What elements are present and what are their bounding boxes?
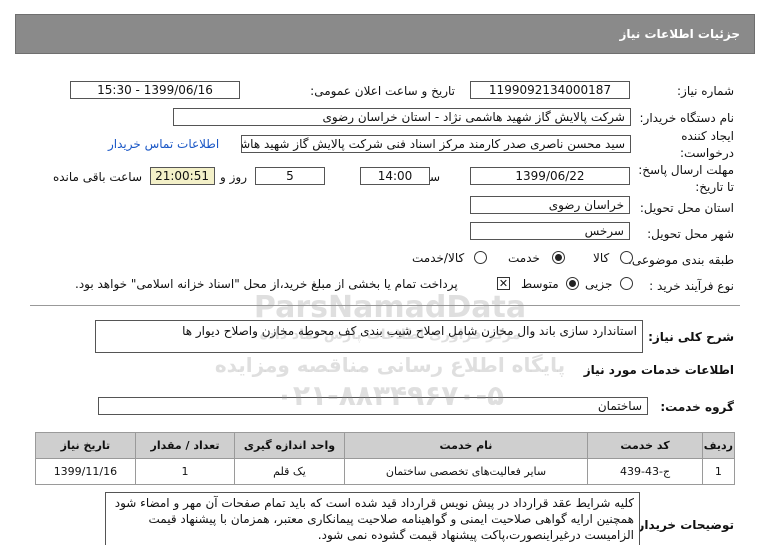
buyer-notes-label: توضیحات خریدار:	[632, 518, 734, 532]
province-label: استان محل تحویل:	[639, 201, 734, 215]
buyer-notes-field: کلیه شرایط عقد قرارداد در پیش نویس قرارد…	[105, 492, 640, 545]
col-header-quantity: تعداد / مقدار	[134, 432, 236, 459]
service-group-label: گروه خدمت:	[660, 400, 734, 414]
treasury-payment-note: پرداخت تمام یا بخشی از مبلغ خرید،از محل …	[75, 277, 458, 291]
remaining-time-field: 21:00:51	[150, 167, 215, 185]
description-label: شرح کلی نیاز:	[648, 330, 734, 344]
treasury-payment-checkbox[interactable]: ✕	[497, 277, 510, 290]
days-field: 5	[255, 167, 325, 185]
announce-datetime-field: 1399/06/16 - 15:30	[70, 81, 240, 99]
category-option-goods: کالا	[593, 251, 610, 265]
watermark-line2: پایگاه اطلاع رسانی مناقصه ومزایده	[214, 353, 566, 377]
services-table-header-row: ردیف کد خدمت نام خدمت واحد اندازه گیری ت…	[35, 432, 736, 459]
cell-unit: یک قلم	[234, 458, 345, 485]
need-number-field: 1199092134000187	[470, 81, 630, 99]
city-field: سرخس	[470, 222, 630, 240]
buyer-org-label: نام دستگاه خریدار:	[639, 111, 735, 125]
col-header-row-number: ردیف	[701, 432, 736, 459]
purchase-option-medium: متوسط	[521, 277, 559, 291]
purchase-radio-minor[interactable]	[620, 277, 633, 290]
services-table: ردیف کد خدمت نام خدمت واحد اندازه گیری ت…	[35, 432, 736, 485]
buyer-contact-link[interactable]: اطلاعات تماس خریدار	[108, 137, 219, 151]
col-header-need-date: تاریخ نیاز	[35, 432, 136, 459]
purchase-radio-medium[interactable]	[566, 277, 579, 290]
deadline-label-line2: تا تاریخ:	[695, 180, 734, 194]
need-number-label: شماره نیاز:	[677, 84, 734, 98]
purchase-type-label: نوع فرآیند خرید :	[649, 279, 734, 293]
category-radio-goods[interactable]	[620, 251, 633, 264]
need-details-page: جزئیات اطلاعات نیاز شماره نیاز: 11990921…	[0, 0, 770, 545]
buyer-org-field: شرکت پالایش گاز شهید هاشمی نژاد - استان …	[173, 108, 631, 126]
page-header: جزئیات اطلاعات نیاز	[15, 14, 755, 54]
col-header-service-code: کد خدمت	[587, 432, 703, 459]
category-radio-service[interactable]	[552, 251, 565, 264]
city-label: شهر محل تحویل:	[647, 227, 734, 241]
cell-need-date: 1399/11/16	[35, 458, 136, 485]
creator-label-line1: ایجاد کننده	[681, 129, 734, 143]
col-header-unit: واحد اندازه گیری	[234, 432, 345, 459]
cell-service-code: ج-43-439	[587, 458, 703, 485]
table-row: 1 ج-43-439 سایر فعالیت‌های تخصصی ساختمان…	[35, 458, 736, 485]
deadline-label-line1: مهلت ارسال پاسخ:	[638, 163, 734, 177]
province-field: خراسان رضوی	[470, 196, 630, 214]
cell-row-number: 1	[701, 458, 736, 485]
description-field: استاندارد سازی باند وال مخازن شامل اصلاح…	[95, 320, 643, 353]
category-option-service: خدمت	[508, 251, 540, 265]
category-label: طبقه بندی موضوعی:	[627, 253, 734, 267]
days-and-label: روز و	[220, 170, 247, 184]
category-option-goods-service: کالا/خدمت	[412, 251, 465, 265]
page-title: جزئیات اطلاعات نیاز	[619, 27, 740, 41]
col-header-service-name: نام خدمت	[343, 432, 589, 459]
cell-quantity: 1	[134, 458, 236, 485]
deadline-date-field: 1399/06/22	[470, 167, 630, 185]
category-radio-goods-service[interactable]	[474, 251, 487, 264]
deadline-time-field: 14:00	[360, 167, 430, 185]
purchase-option-minor: جزیی	[585, 277, 613, 291]
remaining-label: ساعت باقی مانده	[52, 170, 142, 184]
cell-service-name: سایر فعالیت‌های تخصصی ساختمان	[343, 458, 589, 485]
creator-label-line2: درخواست:	[680, 146, 734, 160]
announce-datetime-label: تاریخ و ساعت اعلان عمومی:	[310, 84, 455, 98]
services-info-title: اطلاعات خدمات مورد نیاز	[583, 363, 734, 377]
service-group-field: ساختمان	[98, 397, 648, 415]
section-divider	[30, 305, 740, 306]
creator-field: سید محسن ناصری صدر کارمند مرکز اسناد فنی…	[241, 135, 631, 153]
